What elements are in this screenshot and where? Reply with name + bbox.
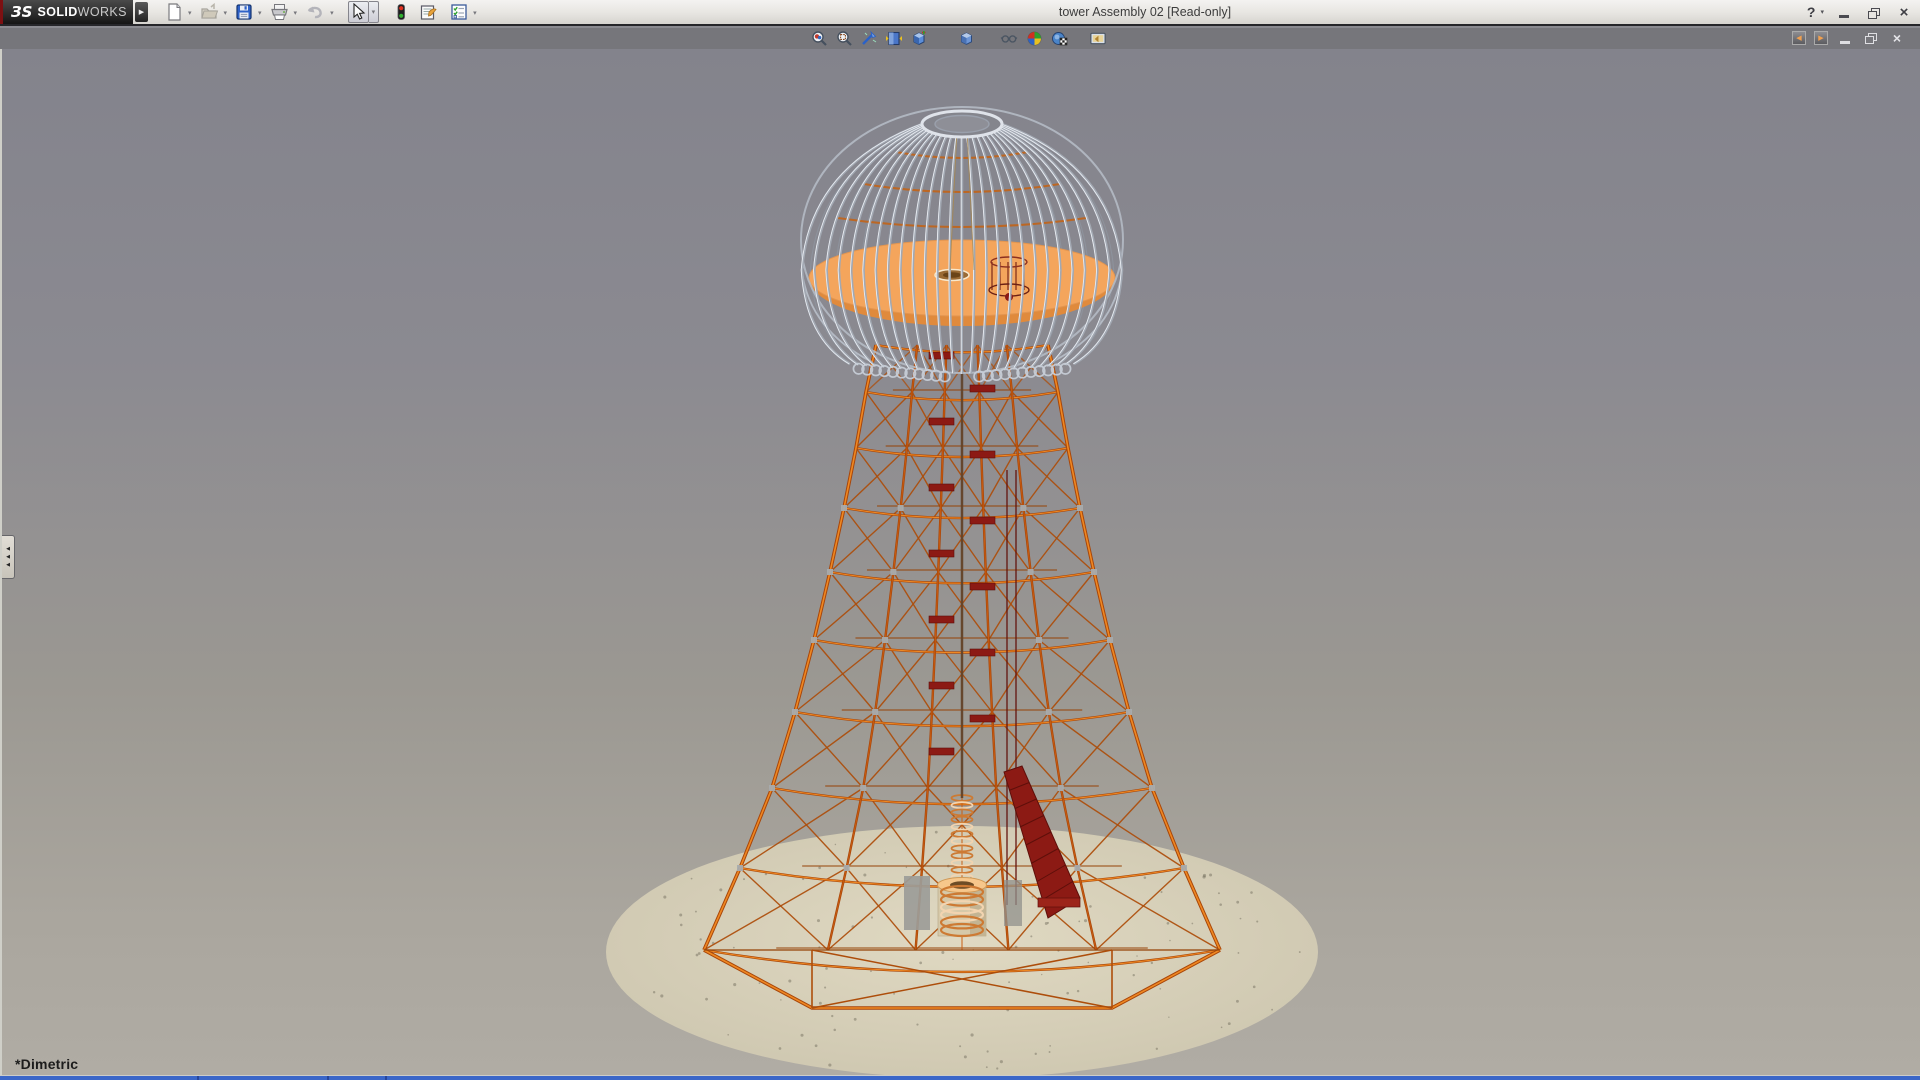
zoom-to-fit-icon xyxy=(811,30,828,47)
zoom-to-area-icon xyxy=(836,30,853,47)
splitter-arrow-icon: ◀ xyxy=(6,555,10,560)
notepad-icon xyxy=(419,3,438,21)
splitter-arrow-icon: ◀ xyxy=(6,547,10,552)
undo-button[interactable] xyxy=(303,1,327,23)
undo-arrow-icon xyxy=(305,3,325,21)
restore-button[interactable] xyxy=(1864,3,1884,21)
appearance-sphere-icon xyxy=(1026,30,1043,47)
close-button[interactable]: × xyxy=(1894,3,1914,21)
open-folder-icon xyxy=(200,3,219,21)
help-dropdown[interactable]: ▾ xyxy=(1820,8,1824,16)
new-dropdown[interactable]: ▾ xyxy=(188,9,192,17)
document-window-controls: ◀ ▶ × xyxy=(1792,30,1906,46)
next-pane-button[interactable]: ▶ xyxy=(1814,31,1828,45)
headsup-view-toolbar xyxy=(810,30,1107,47)
print-dropdown[interactable]: ▾ xyxy=(294,9,298,17)
doc-close-button[interactable]: × xyxy=(1888,30,1906,46)
print-button[interactable] xyxy=(268,1,291,23)
solidworks-window: ЗSSOLIDWORKS ▶ ▾ ▾ xyxy=(0,0,1920,1080)
select-cursor-icon xyxy=(351,3,366,21)
section-view-icon xyxy=(885,30,903,47)
previous-pane-button[interactable]: ◀ xyxy=(1792,31,1806,45)
view-settings-button[interactable] xyxy=(1089,30,1107,47)
undo-dropdown[interactable]: ▾ xyxy=(330,9,334,17)
select-dropdown[interactable]: ▾ xyxy=(369,1,380,23)
main-toolbar: ▾ ▾ ▾ xyxy=(164,0,483,24)
help-button[interactable]: ? xyxy=(1807,4,1816,20)
new-document-icon xyxy=(166,3,183,21)
save-floppy-icon xyxy=(235,3,253,21)
featuremanager-splitter-tab[interactable]: ◀ ◀ ◀ xyxy=(2,535,15,579)
apply-scene-icon xyxy=(1051,30,1068,47)
apply-scene-button[interactable] xyxy=(1050,30,1068,47)
select-tool-button[interactable] xyxy=(348,1,369,23)
headsup-bar: ◀ ▶ × xyxy=(0,28,1920,49)
taskbar-edge xyxy=(0,1076,1920,1080)
checklist-button[interactable] xyxy=(448,1,470,23)
view-orientation-label: *Dimetric xyxy=(15,1056,78,1072)
edit-appearance-button[interactable] xyxy=(1025,30,1043,47)
window-controls: ? ▾ × xyxy=(1807,0,1914,24)
menu-flyout-button[interactable]: ▶ xyxy=(135,2,148,22)
zoom-to-area-button[interactable] xyxy=(835,30,853,47)
view-settings-icon xyxy=(1089,30,1107,47)
previous-view-button[interactable] xyxy=(860,30,878,47)
print-icon xyxy=(270,3,289,21)
checklist-icon xyxy=(450,3,468,21)
minimize-button[interactable] xyxy=(1834,3,1854,21)
previous-view-icon xyxy=(860,30,878,47)
splitter-arrow-icon: ◀ xyxy=(6,563,10,568)
open-dropdown[interactable]: ▾ xyxy=(224,9,228,17)
title-bar: ЗSSOLIDWORKS ▶ ▾ ▾ xyxy=(0,0,1920,26)
display-style-icon xyxy=(958,30,975,47)
brand-glyph: ЗS xyxy=(11,3,32,21)
eyeglasses-icon xyxy=(1000,30,1018,47)
doc-minimize-button[interactable] xyxy=(1836,30,1854,46)
save-button[interactable] xyxy=(233,1,255,23)
doc-restore-button[interactable] xyxy=(1862,30,1880,46)
document-title: tower Assembly 02 [Read-only] xyxy=(980,0,1310,24)
graphics-viewport[interactable]: ◀ ◀ ◀ *Dimetric xyxy=(0,49,1920,1075)
design-binder-button[interactable] xyxy=(417,1,440,23)
new-document-button[interactable] xyxy=(164,1,185,23)
open-button[interactable] xyxy=(198,1,221,23)
display-style-button[interactable] xyxy=(957,30,975,47)
section-view-button[interactable] xyxy=(885,30,903,47)
traffic-light-icon xyxy=(395,3,407,21)
tower-assembly-model xyxy=(0,49,1920,1075)
hide-show-items-button[interactable] xyxy=(1000,30,1018,47)
view-orientation-button[interactable] xyxy=(910,30,928,47)
checklist-dropdown[interactable]: ▾ xyxy=(473,9,477,17)
save-dropdown[interactable]: ▾ xyxy=(258,9,262,17)
view-orientation-icon xyxy=(910,30,928,47)
zoom-to-fit-button[interactable] xyxy=(810,30,828,47)
solidworks-logo: ЗSSOLIDWORKS xyxy=(0,0,133,24)
traffic-light-button[interactable] xyxy=(393,1,409,23)
